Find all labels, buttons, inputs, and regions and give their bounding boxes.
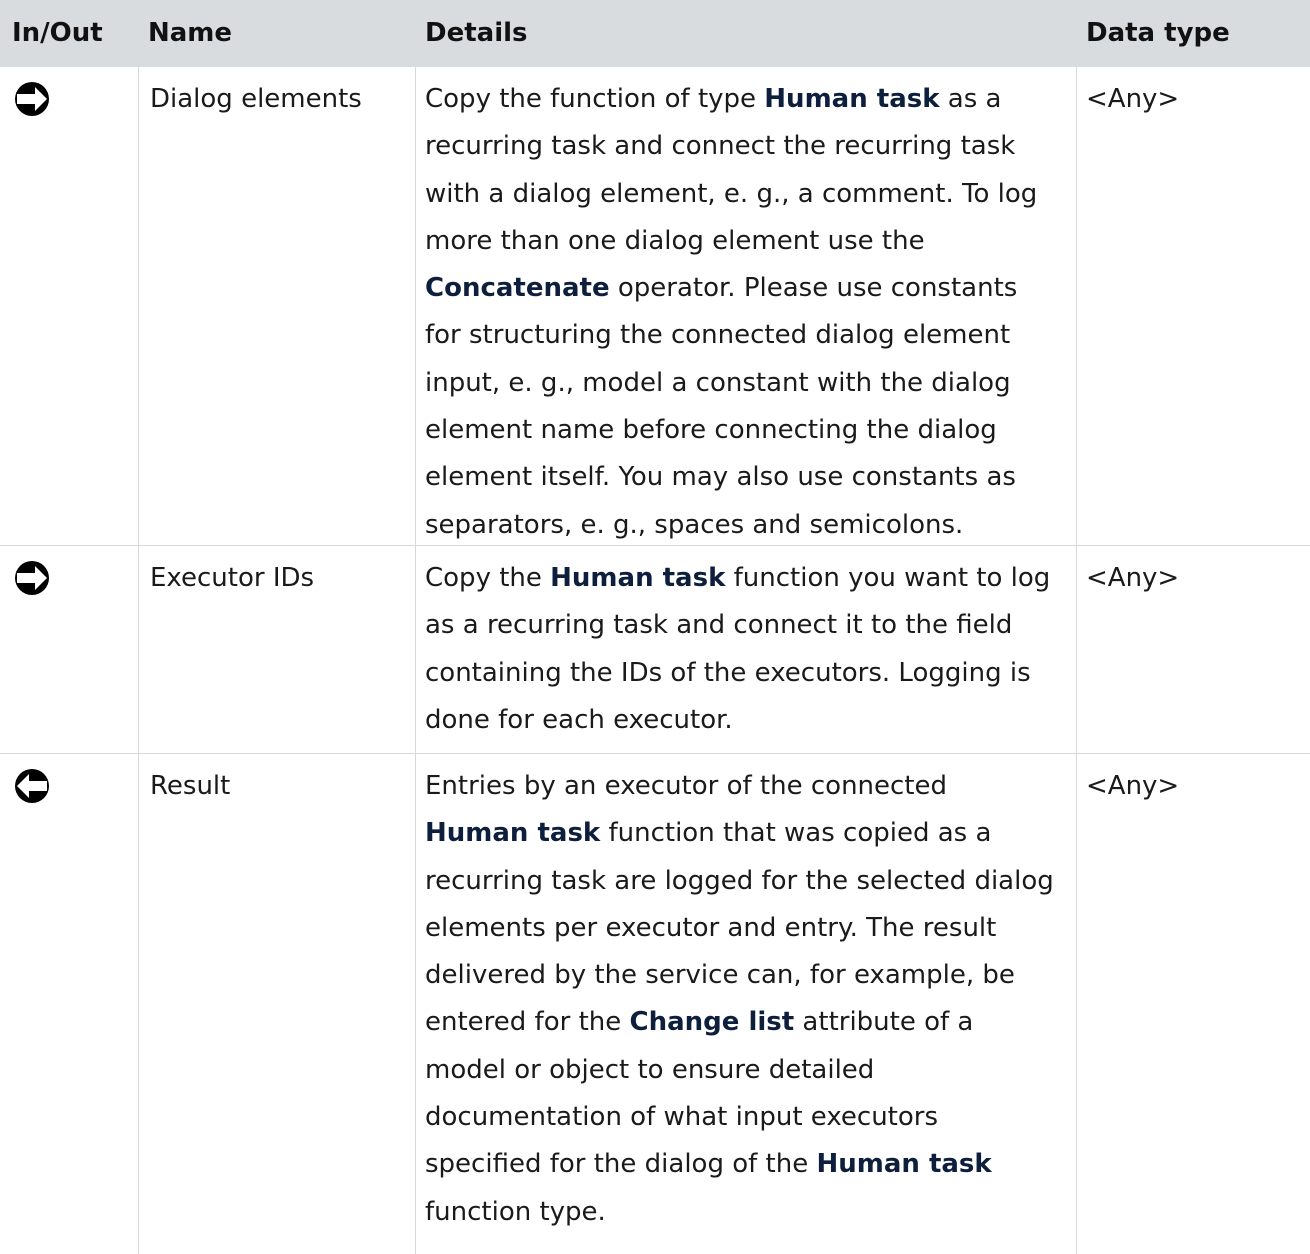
- arrow-right-circle-icon: [15, 82, 49, 116]
- header-data-type: Data type: [1086, 18, 1230, 48]
- parameter-name: Result: [138, 754, 415, 1254]
- table-header-row: In/Out Name Details Data type: [0, 0, 1310, 67]
- parameter-details: Entries by an executor of the connected …: [415, 754, 1076, 1254]
- direction-cell: [0, 754, 138, 1254]
- bold-term: Human task: [425, 818, 601, 849]
- header-details: Details: [425, 18, 528, 48]
- parameter-name: Executor IDs: [138, 546, 415, 755]
- bold-term: Change list: [629, 1007, 795, 1038]
- arrow-right-circle-icon: [15, 561, 49, 595]
- arrow-right-circle-icon: [14, 81, 128, 117]
- table-row: Result Entries by an executor of the con…: [0, 754, 1310, 1254]
- parameter-name: Dialog elements: [138, 67, 415, 559]
- bold-term: Concatenate: [425, 273, 610, 304]
- bold-term: Human task: [764, 84, 940, 114]
- details-text: operator. Please use constants for struc…: [425, 273, 1018, 540]
- arrow-right-circle-icon: [14, 560, 128, 596]
- parameter-data-type: <Any>: [1076, 546, 1310, 755]
- table-row: Dialog elements Copy the function of typ…: [0, 67, 1310, 559]
- table-row: Executor IDs Copy the Human task functio…: [0, 546, 1310, 755]
- parameter-data-type: <Any>: [1076, 754, 1310, 1254]
- details-text: Entries by an executor of the connected: [425, 771, 948, 801]
- header-in-out: In/Out: [12, 18, 103, 48]
- bold-term: Human task: [550, 563, 726, 593]
- parameter-data-type: <Any>: [1076, 67, 1310, 559]
- header-name: Name: [148, 18, 233, 48]
- direction-cell: [0, 67, 138, 559]
- parameter-table: In/Out Name Details Data type Dialog ele…: [0, 0, 1310, 1254]
- details-text: Copy the function of type: [425, 84, 765, 114]
- bold-term: Human task: [816, 1149, 992, 1180]
- details-text: Copy the: [425, 563, 551, 593]
- details-text: function type.: [425, 1196, 606, 1227]
- details-text: function that was copied as a recurring …: [425, 818, 1054, 1038]
- direction-cell: [0, 546, 138, 754]
- arrow-left-circle-icon: [14, 768, 128, 804]
- parameter-details: Copy the function of type Human task as …: [415, 67, 1076, 559]
- parameter-details: Copy the Human task function you want to…: [415, 546, 1076, 755]
- arrow-left-circle-icon: [15, 769, 49, 803]
